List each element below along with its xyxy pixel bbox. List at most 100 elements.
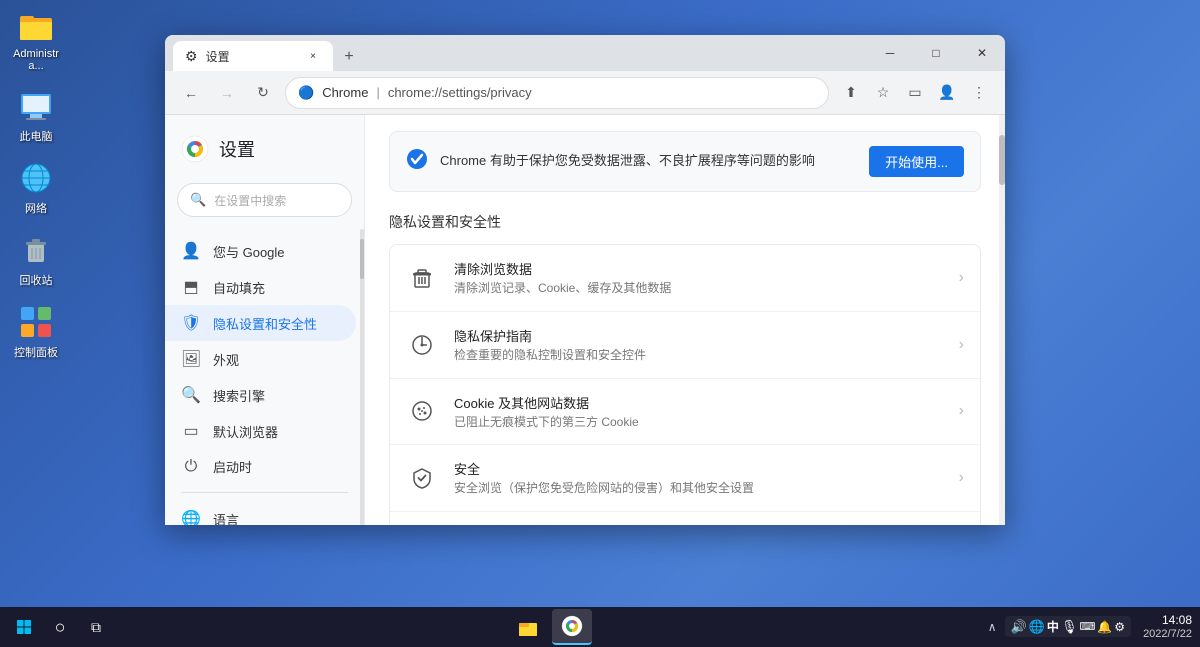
autofill-label: 自动填充 [213,278,265,297]
settings-item-privacy-guide[interactable]: 隐私保护指南 检查重要的隐私控制设置和安全控件 › [390,312,980,379]
maximize-button[interactable]: □ [913,35,959,71]
google-account-icon: 👤 [181,241,201,261]
privacy-guide-icon [406,329,438,361]
privacy-guide-desc: 检查重要的隐私控制设置和安全控件 [454,347,943,364]
url-text: chrome://settings/privacy [388,85,532,100]
settings-systray-icon[interactable]: ⚙ [1114,620,1125,634]
desktop-icons: Administra... 此电脑 [8,8,64,360]
settings-item-cookies[interactable]: Cookie 及其他网站数据 已阻止无痕模式下的第三方 Cookie › [390,379,980,446]
sidebar-item-startup[interactable]: ⏻ 启动时 [165,449,356,484]
minimize-button[interactable]: ─ [867,35,913,71]
language-icon: 🌐 [181,509,201,525]
systray: 🔊 🌐 中 🎙 ⌨ 🔔 ⚙ [1005,616,1132,637]
new-tab-button[interactable]: + [335,43,363,71]
bookmark-button[interactable]: ☆ [869,79,897,107]
chrome-protection-banner: Chrome 有助于保护您免受数据泄露、不良扩展程序等问题的影响 开始使用... [389,131,981,192]
settings-item-clear-browsing[interactable]: 清除浏览数据 清除浏览记录、Cookie、缓存及其他数据 › [390,245,980,312]
share-button[interactable]: ⬆ [837,79,865,107]
banner-check-icon [406,148,428,176]
banner-button[interactable]: 开始使用... [869,146,964,177]
title-bar: ⚙ 设置 × + ─ □ ✕ [165,35,1005,71]
refresh-button[interactable]: ↻ [249,79,277,107]
tab-area: ⚙ 设置 × + [173,41,363,71]
desktop-icon-control-panel[interactable]: 控制面板 [8,304,64,360]
notification-icon[interactable]: 🔔 [1097,620,1112,634]
profile-button[interactable]: 👤 [933,79,961,107]
url-separator: | [376,85,379,100]
sidebar-item-google-account[interactable]: 👤 您与 Google [165,233,356,269]
taskbar-left: ○ ⧉ [8,611,112,643]
window-controls: ─ □ ✕ [867,35,1005,71]
taskbar-right: ∧ 🔊 🌐 中 🎙 ⌨ 🔔 ⚙ 14:08 2022/7/22 [988,613,1192,641]
cookies-arrow: › [959,402,964,420]
section-title: 隐私设置和安全性 [389,212,981,232]
sidebar-nav: 👤 您与 Google ⬒ 自动填充 🛡 隐私设置和安全性 🖼 外观 [165,229,364,525]
security-icon [406,462,438,494]
this-pc-label: 此电脑 [20,128,53,144]
settings-list: 清除浏览数据 清除浏览记录、Cookie、缓存及其他数据 › [389,244,981,525]
security-content: 安全 安全浏览（保护您免受危险网站的侵害）和其他安全设置 [454,459,943,497]
taskbar-clock[interactable]: 14:08 2022/7/22 [1143,613,1192,641]
sidebar-header: 设置 [165,115,364,179]
autofill-icon: ⬒ [181,277,201,297]
sidebar-item-search-engine[interactable]: 🔍 搜索引擎 [165,377,356,413]
clear-browsing-content: 清除浏览数据 清除浏览记录、Cookie、缓存及其他数据 [454,259,943,297]
main-scrollbar [997,115,1005,525]
administrator-folder-icon [18,8,54,44]
desktop: Administra... 此电脑 [0,0,1200,647]
privacy-guide-title: 隐私保护指南 [454,326,943,345]
forward-button[interactable]: → [213,79,241,107]
desktop-icon-network[interactable]: 网络 [8,160,64,216]
banner-text: Chrome 有助于保护您免受数据泄露、不良扩展程序等问题的影响 [440,152,857,170]
clock-date: 2022/7/22 [1143,628,1192,641]
task-view-button[interactable]: ⧉ [80,611,112,643]
cookies-content: Cookie 及其他网站数据 已阻止无痕模式下的第三方 Cookie [454,393,943,431]
network-icon [18,160,54,196]
nav-bar: ← → ↻ 🔵 Chrome | chrome://settings/priva… [165,71,1005,115]
back-button[interactable]: ← [177,79,205,107]
keyboard-icon[interactable]: ⌨ [1079,620,1095,633]
address-bar[interactable]: 🔵 Chrome | chrome://settings/privacy [285,77,829,109]
show-hidden-icons[interactable]: ∧ [988,620,997,634]
settings-item-site-settings[interactable]: 网站设置 控制网站可以使用和显示什么信息（如位置信息、摄像头、弹出式窗口及其他）… [390,512,980,525]
search-taskbar-button[interactable]: ○ [44,611,76,643]
search-engine-label: 搜索引擎 [213,386,265,405]
sidebar-item-appearance[interactable]: 🖼 外观 [165,341,356,377]
settings-main: Chrome 有助于保护您免受数据泄露、不良扩展程序等问题的影响 开始使用...… [365,115,1005,525]
clear-browsing-icon [406,262,438,294]
settings-tab[interactable]: ⚙ 设置 × [173,41,333,71]
tab-close-button[interactable]: × [305,48,321,64]
taskbar-file-explorer[interactable] [508,609,548,645]
extensions-button[interactable]: ▭ [901,79,929,107]
desktop-icon-this-pc[interactable]: 此电脑 [8,88,64,144]
settings-item-security[interactable]: 安全 安全浏览（保护您免受危险网站的侵害）和其他安全设置 › [390,445,980,512]
sidebar-item-language[interactable]: 🌐 语言 [165,501,356,525]
sidebar-item-default-browser[interactable]: ▭ 默认浏览器 [165,413,356,449]
search-icon: 🔍 [190,192,206,208]
volume-icon[interactable]: 🔊 [1011,619,1027,635]
close-button[interactable]: ✕ [959,35,1005,71]
administrator-label: Administra... [8,48,64,72]
menu-button[interactable]: ⋮ [965,79,993,107]
desktop-icon-administrator[interactable]: Administra... [8,8,64,72]
cookies-icon [406,395,438,427]
ime-icon[interactable]: 中 [1047,618,1059,635]
cookies-title: Cookie 及其他网站数据 [454,393,943,412]
settings-search-box[interactable]: 🔍 在设置中搜索 [177,183,352,217]
site-info-icon: 🔵 [298,85,314,101]
clear-browsing-desc: 清除浏览记录、Cookie、缓存及其他数据 [454,280,943,297]
cookies-desc: 已阻止无痕模式下的第三方 Cookie [454,414,943,431]
mic-icon[interactable]: 🎙 [1061,619,1078,635]
network-icon[interactable]: 🌐 [1029,619,1045,635]
settings-sidebar: 设置 🔍 在设置中搜索 👤 您与 Google [165,115,365,525]
privacy-icon: 🛡 [181,313,201,333]
sidebar-item-privacy[interactable]: 🛡 隐私设置和安全性 [165,305,356,341]
start-button[interactable] [8,611,40,643]
startup-label: 启动时 [213,457,252,476]
desktop-icon-recycle-bin[interactable]: 回收站 [8,232,64,288]
security-title: 安全 [454,459,943,478]
taskbar-chrome[interactable] [552,609,592,645]
language-label: 语言 [213,510,239,526]
browser-name: Chrome [322,85,368,100]
sidebar-item-autofill[interactable]: ⬒ 自动填充 [165,269,356,305]
